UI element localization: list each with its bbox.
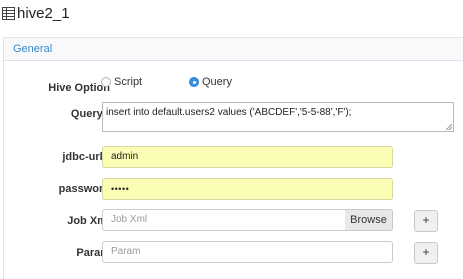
resize-grip-icon[interactable] <box>446 124 452 130</box>
browse-button[interactable]: Browse <box>345 209 393 231</box>
query-label-text: Query <box>70 108 103 120</box>
add-param-button[interactable]: + <box>414 242 438 264</box>
add-job-xml-button[interactable]: + <box>414 210 438 232</box>
query-label: Query* <box>0 108 110 120</box>
jdbc-url-value: admin <box>111 151 139 162</box>
jdbc-url-input[interactable]: admin <box>102 146 393 168</box>
job-xml-input[interactable]: Job Xml <box>102 209 346 231</box>
password-input[interactable]: ••••• <box>102 178 393 200</box>
script-radio[interactable] <box>101 77 111 87</box>
param-label: Param <box>76 247 110 259</box>
title-bar: hive2_1 <box>0 0 463 30</box>
job-xml-placeholder: Job Xml <box>111 214 148 225</box>
query-radio[interactable] <box>189 77 199 87</box>
job-xml-label: Job Xml <box>67 215 110 227</box>
panel-header-label: General <box>13 43 53 55</box>
script-radio-label[interactable]: Script <box>114 76 142 88</box>
param-input[interactable]: Param <box>102 241 393 263</box>
page-title: hive2_1 <box>17 5 70 22</box>
jdbc-url-label: jdbc-url* <box>0 151 110 163</box>
panel-header[interactable]: General <box>4 38 463 61</box>
query-radio-label[interactable]: Query <box>202 76 232 88</box>
query-text: insert into default.users2 values ('ABCD… <box>106 107 352 118</box>
jdbc-url-label-text: jdbc-url <box>62 151 103 163</box>
password-label: password <box>58 183 110 195</box>
query-textarea[interactable]: insert into default.users2 values ('ABCD… <box>102 102 454 132</box>
hive-option-label: Hive Option <box>48 82 110 94</box>
param-placeholder: Param <box>111 246 141 257</box>
table-icon <box>2 7 15 20</box>
password-value: ••••• <box>111 184 130 194</box>
